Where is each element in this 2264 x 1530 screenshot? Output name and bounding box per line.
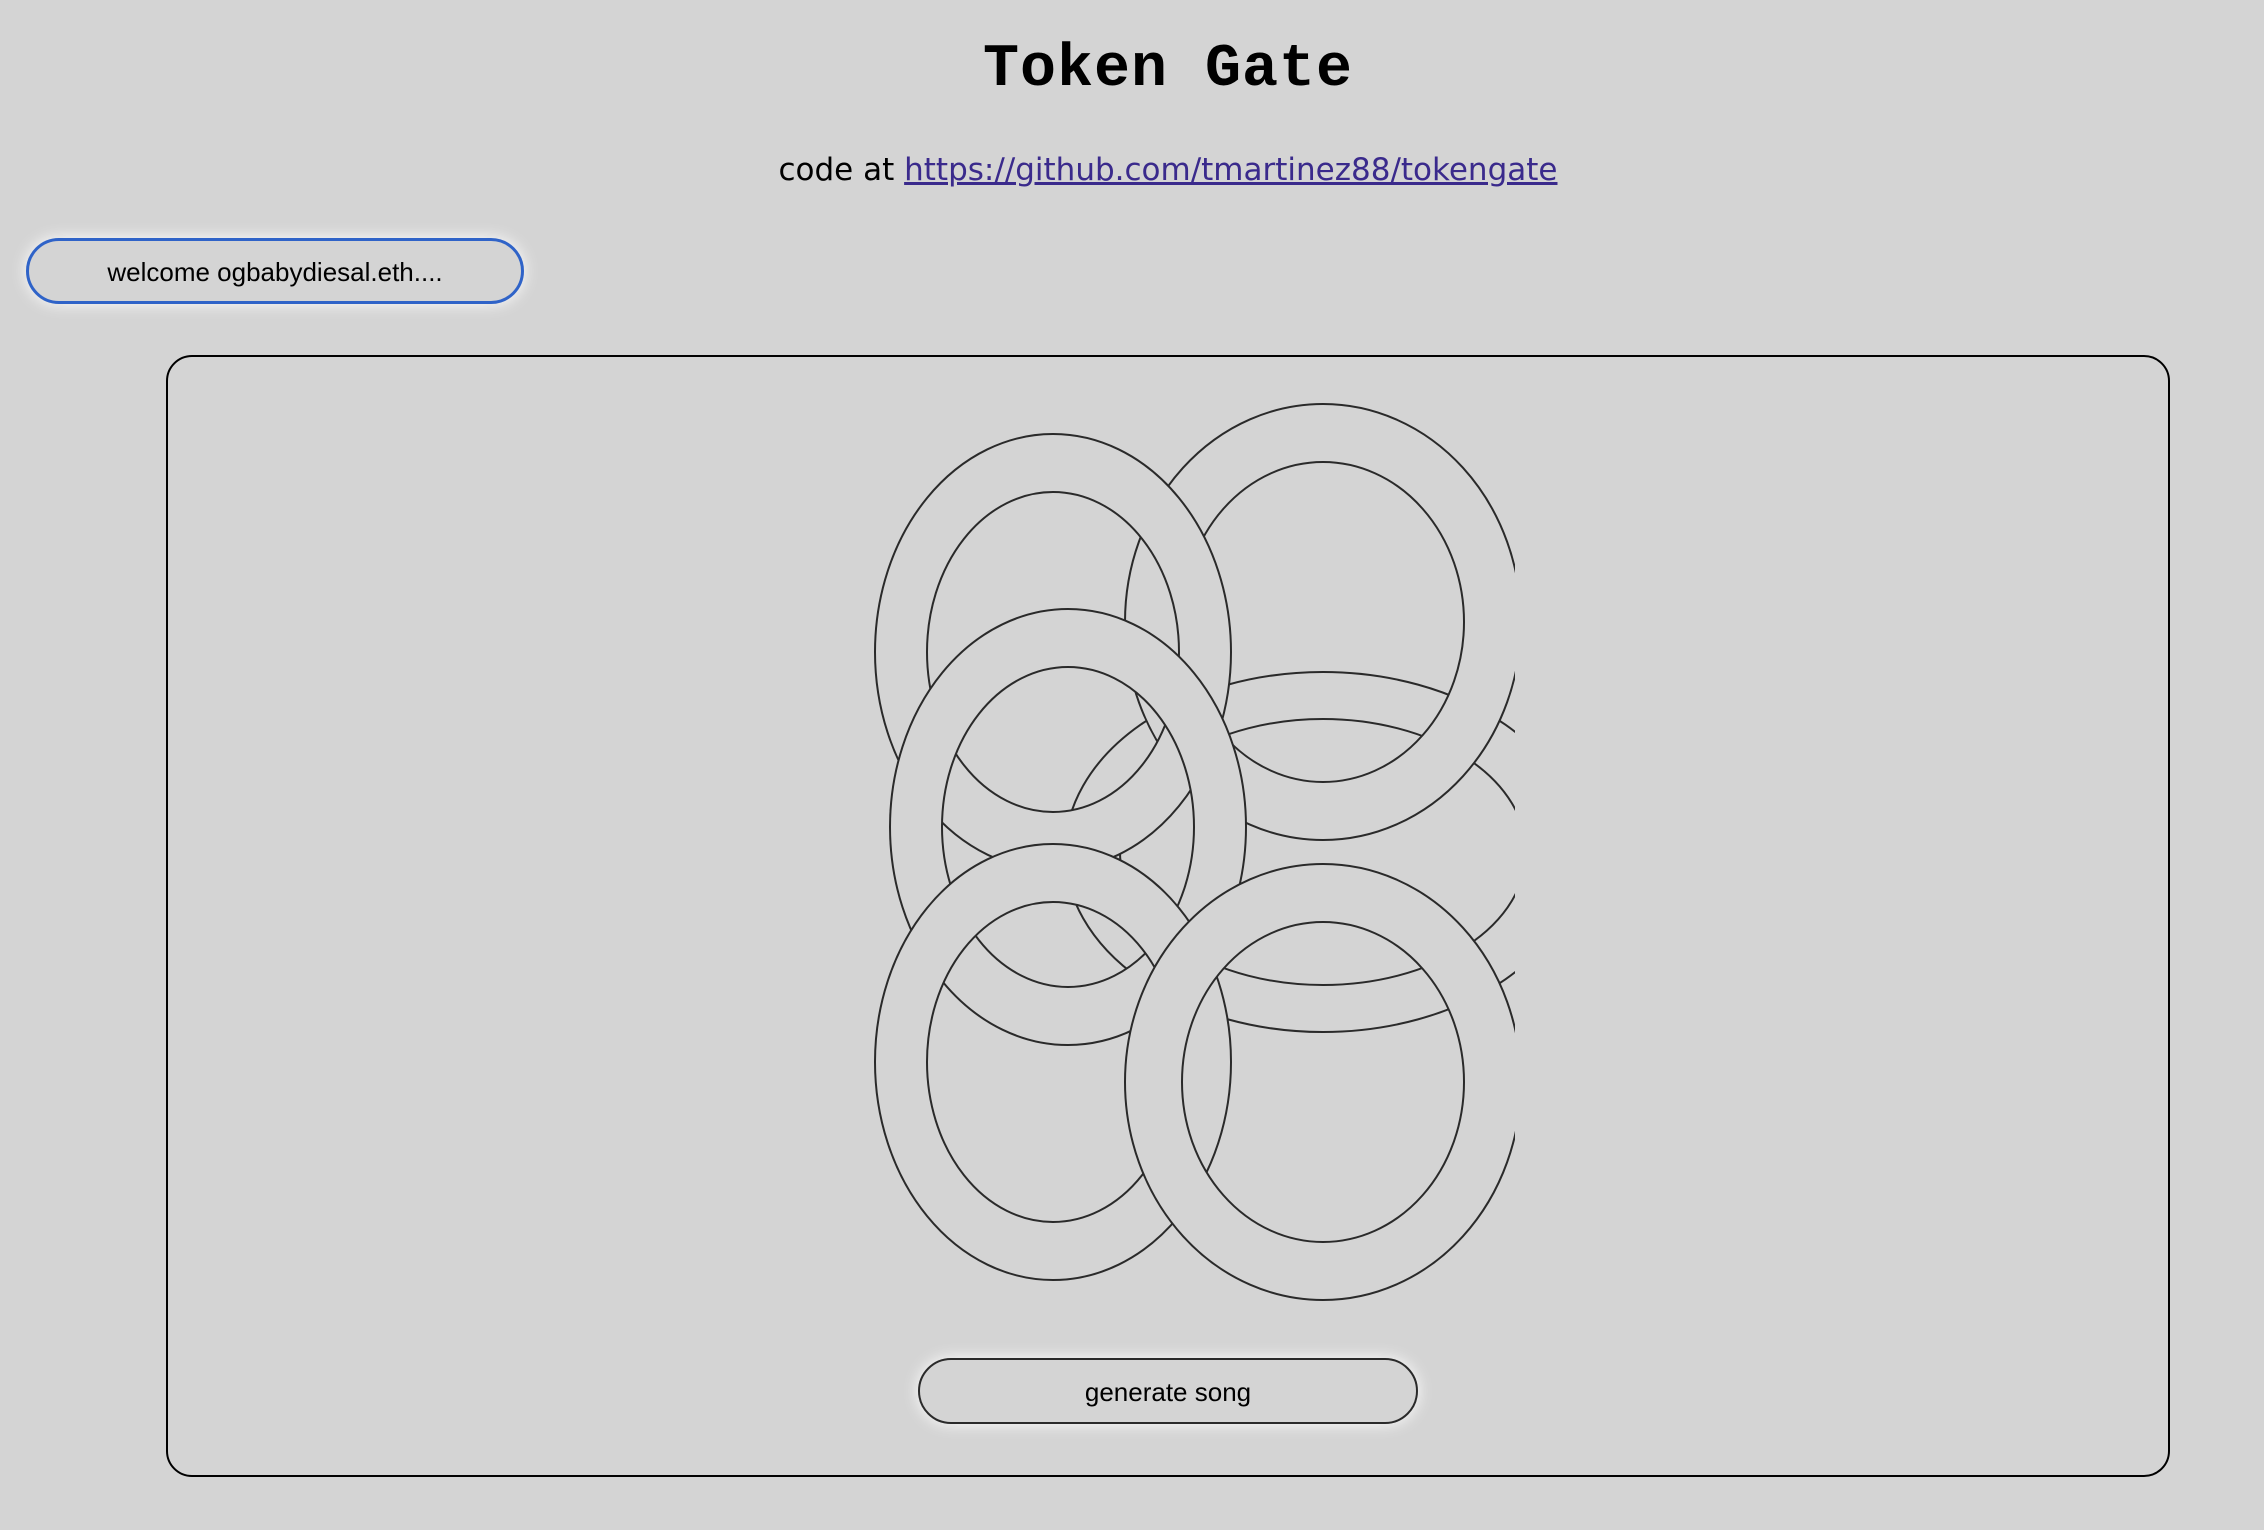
code-link-line: code at https://github.com/tmartinez88/t… xyxy=(0,148,2264,192)
page-title: Token Gate xyxy=(982,36,1354,104)
repo-link[interactable]: https://github.com/tmartinez88/tokengate xyxy=(904,152,1557,188)
code-prefix: code at xyxy=(778,152,895,188)
interlocking-rings-icon xyxy=(874,403,1515,1301)
welcome-wallet-button[interactable]: welcome ogbabydiesal.eth.... xyxy=(26,238,524,304)
generate-song-button[interactable]: generate song xyxy=(918,1358,1418,1424)
